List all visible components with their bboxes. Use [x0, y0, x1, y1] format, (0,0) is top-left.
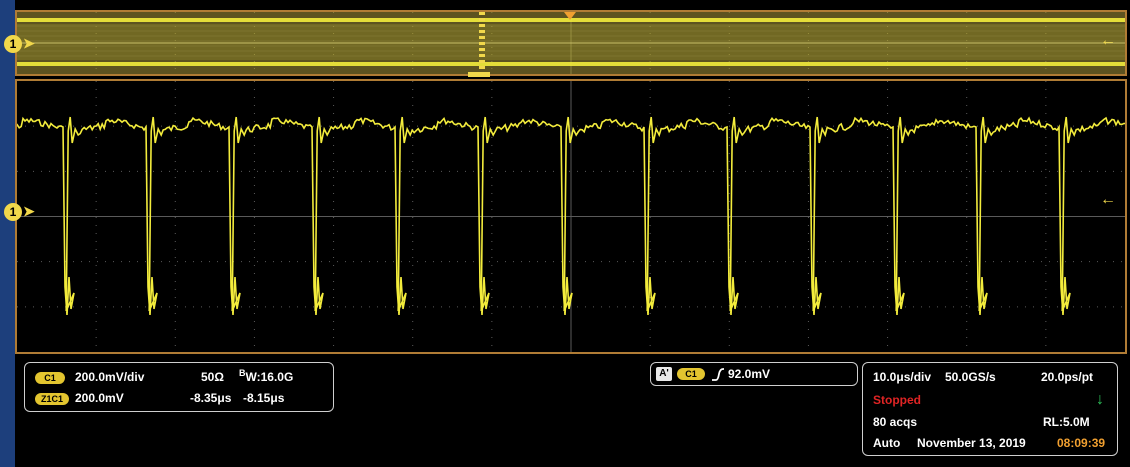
trigger-position-marker[interactable]	[564, 12, 576, 20]
rising-edge-icon	[712, 368, 724, 381]
channel-1-overview-marker[interactable]: 1	[4, 35, 22, 53]
bandwidth-value: :16.0G	[256, 370, 294, 384]
acquisition-state: Stopped	[873, 393, 921, 407]
down-arrow-icon: ↓	[1096, 391, 1104, 408]
channel-1-zoom-arrow-icon: ➤	[23, 203, 35, 219]
overview-low-band	[17, 62, 1125, 66]
zoom-start-time: -8.35μs	[190, 391, 232, 405]
trigger-mode: Auto	[873, 436, 901, 450]
trigger-channel-badge: C1	[677, 368, 705, 380]
zoom-window-indicator[interactable]	[479, 12, 485, 70]
channel-1-zoom-marker[interactable]: 1	[4, 203, 22, 221]
bandwidth-sub: W	[245, 370, 257, 384]
trigger-level: 92.0mV	[728, 367, 771, 381]
trigger-level-overview-arrow-icon[interactable]: ←	[1100, 32, 1116, 50]
channel-1-badge[interactable]: C1	[35, 372, 65, 384]
zoom-end-time: -8.15μs	[243, 391, 285, 405]
zoom-waveform-window[interactable]	[15, 79, 1127, 354]
record-length: RL:5.0M	[1043, 415, 1090, 429]
trigger-level-zoom-arrow-icon[interactable]: ←	[1100, 191, 1116, 209]
channel-1-impedance: 50Ω	[201, 370, 224, 384]
oscilloscope-display: 1 ➤ ← 1 ➤ ← C1 200.0mV/div 50Ω BW:16.0G …	[0, 0, 1130, 467]
zoom-channel-badge[interactable]: Z1C1	[35, 393, 69, 405]
horizontal-scale: 10.0μs/div	[873, 370, 932, 384]
channel-1-overview-arrow-icon: ➤	[23, 35, 35, 51]
left-side-bar	[0, 0, 15, 467]
overview-transition-fill	[17, 24, 1125, 60]
acquisition-panel[interactable]: 10.0μs/div 50.0GS/s 20.0ps/pt Stopped ↓ …	[862, 362, 1118, 456]
trigger-panel[interactable]: A' C1 92.0mV	[650, 362, 858, 386]
acquisition-count: 80 acqs	[873, 415, 918, 429]
trigger-type-badge: A'	[656, 367, 672, 381]
zoom-offset: 200.0mV	[75, 391, 124, 405]
acquisition-time: 08:09:39	[1057, 436, 1106, 450]
sample-rate: 50.0GS/s	[945, 370, 996, 384]
overview-waveform-plot	[17, 12, 1125, 74]
zoom-position-handle[interactable]	[468, 72, 490, 77]
channel-settings-panel[interactable]: C1 200.0mV/div 50Ω BW:16.0G Z1C1 200.0mV…	[24, 362, 334, 412]
channel-1-bandwidth: BW:16.0G	[239, 368, 293, 384]
acquisition-date: November 13, 2019	[917, 436, 1026, 450]
resolution: 20.0ps/pt	[1041, 370, 1094, 384]
channel-1-scale: 200.0mV/div	[75, 370, 145, 384]
zoom-waveform-plot	[17, 81, 1125, 352]
